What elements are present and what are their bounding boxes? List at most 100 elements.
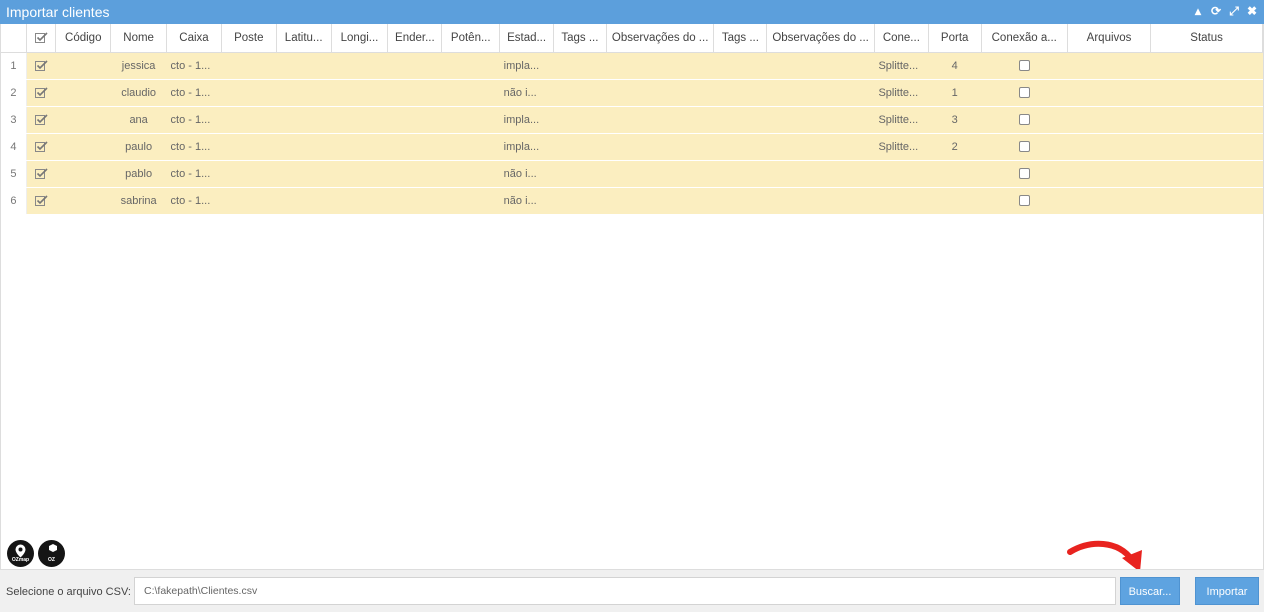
row-select-cell[interactable] [26,52,56,80]
cell-arquivos [1067,133,1151,161]
header-poste[interactable]: Poste [221,24,277,53]
import-button[interactable]: Importar [1195,577,1259,605]
row-select-cell[interactable] [26,79,56,107]
cell-endereco [387,79,442,107]
cell-arquivos [1067,106,1151,134]
browse-button[interactable]: Buscar... [1120,577,1180,605]
cell-potencia [441,106,500,134]
cell-conexao-a[interactable] [981,52,1068,80]
header-longitude[interactable]: Longi... [331,24,389,53]
oz-logo: OZ [38,540,65,567]
cell-estado: impla... [499,133,554,161]
checked-checkbox-icon[interactable] [34,141,48,153]
checkbox-unchecked[interactable] [1018,168,1030,180]
table-row[interactable]: 5 pablo cto - 1... não i... [1,160,1263,188]
cell-conexao-a[interactable] [981,160,1068,188]
cell-potencia [441,133,500,161]
header-codigo[interactable]: Código [55,24,112,53]
table-row[interactable]: 2 claudio cto - 1... não i... Splitte... 1 [1,79,1263,107]
header-observacoes-2[interactable]: Observações do ... [766,24,875,53]
cell-tags-2 [713,133,767,161]
cell-porta: 1 [928,79,982,107]
cell-observacoes-2 [766,106,875,134]
header-conexao[interactable]: Cone... [874,24,929,53]
header-latitude[interactable]: Latitu... [276,24,332,53]
cell-conexao-a[interactable] [981,133,1068,161]
cell-codigo [55,187,111,215]
header-arquivos[interactable]: Arquivos [1067,24,1152,53]
header-caixa[interactable]: Caixa [166,24,222,53]
cell-arquivos [1067,79,1151,107]
cell-porta: 2 [928,133,982,161]
close-icon[interactable]: ✖ [1246,3,1258,19]
checked-checkbox-icon[interactable] [34,60,48,72]
cell-conexao-a[interactable] [981,187,1068,215]
header-tags-2[interactable]: Tags ... [713,24,768,53]
cell-nome: pablo [110,160,167,188]
checked-checkbox-icon[interactable] [34,87,48,99]
header-estado[interactable]: Estad... [499,24,554,53]
cell-status [1150,133,1263,161]
cell-tags-1 [553,187,607,215]
row-number: 4 [1,133,27,161]
header-select-all[interactable] [26,24,57,53]
cell-nome: claudio [110,79,167,107]
cell-tags-1 [553,52,607,80]
checkbox-unchecked[interactable] [1018,60,1030,72]
cell-status [1150,79,1263,107]
checkbox-unchecked[interactable] [1018,87,1030,99]
cell-conexao: Splitte... [874,106,929,134]
checkbox-unchecked[interactable] [1018,141,1030,153]
cell-latitude [276,187,332,215]
table-row[interactable]: 1 jessica cto - 1... impla... Splitte... 4 [1,52,1263,80]
checked-checkbox-icon[interactable] [34,32,48,44]
cell-potencia [441,79,500,107]
table-row[interactable]: 6 sabrina cto - 1... não i... [1,187,1263,215]
expand-icon[interactable]: ⤢ [1228,3,1240,19]
cell-conexao-a[interactable] [981,79,1068,107]
row-select-cell[interactable] [26,160,56,188]
table-row[interactable]: 4 paulo cto - 1... impla... Splitte... 2 [1,133,1263,161]
cell-observacoes-1 [606,160,714,188]
cell-observacoes-2 [766,187,875,215]
header-conexao-a[interactable]: Conexão a... [981,24,1068,53]
checked-checkbox-icon[interactable] [34,195,48,207]
header-porta[interactable]: Porta [928,24,982,53]
checked-checkbox-icon[interactable] [34,114,48,126]
cell-latitude [276,160,332,188]
cell-porta [928,187,982,215]
row-number: 5 [1,160,27,188]
cell-conexao-a[interactable] [981,106,1068,134]
checked-checkbox-icon[interactable] [34,168,48,180]
table-row[interactable]: 3 ana cto - 1... impla... Splitte... 3 [1,106,1263,134]
checkbox-unchecked[interactable] [1018,195,1030,207]
cell-poste [221,187,277,215]
cell-estado: não i... [499,79,554,107]
cell-latitude [276,52,332,80]
cell-longitude [331,52,388,80]
row-select-cell[interactable] [26,187,56,215]
header-potencia[interactable]: Potên... [441,24,501,53]
header-nome[interactable]: Nome [110,24,168,53]
cell-endereco [387,160,442,188]
cell-nome: paulo [110,133,167,161]
checkbox-unchecked[interactable] [1018,114,1030,126]
cell-status [1150,106,1263,134]
cell-status [1150,187,1263,215]
header-status[interactable]: Status [1150,24,1263,53]
cell-nome: jessica [110,52,167,80]
minimize-icon[interactable]: ▴ [1192,3,1204,19]
header-observacoes-1[interactable]: Observações do ... [606,24,715,53]
window-titlebar: Importar clientes ▴ ⟳ ⤢ ✖ [0,0,1264,24]
row-select-cell[interactable] [26,106,56,134]
csv-file-input[interactable]: C:\fakepath\Clientes.csv [134,577,1116,605]
cell-conexao: Splitte... [874,133,929,161]
refresh-icon[interactable]: ⟳ [1210,3,1222,19]
header-endereco[interactable]: Ender... [387,24,443,53]
oz-logo-caption: OZ [48,557,55,563]
cell-caixa: cto - 1... [166,160,222,188]
cell-conexao [874,160,929,188]
row-select-cell[interactable] [26,133,56,161]
cell-endereco [387,52,442,80]
header-tags-1[interactable]: Tags ... [553,24,607,53]
